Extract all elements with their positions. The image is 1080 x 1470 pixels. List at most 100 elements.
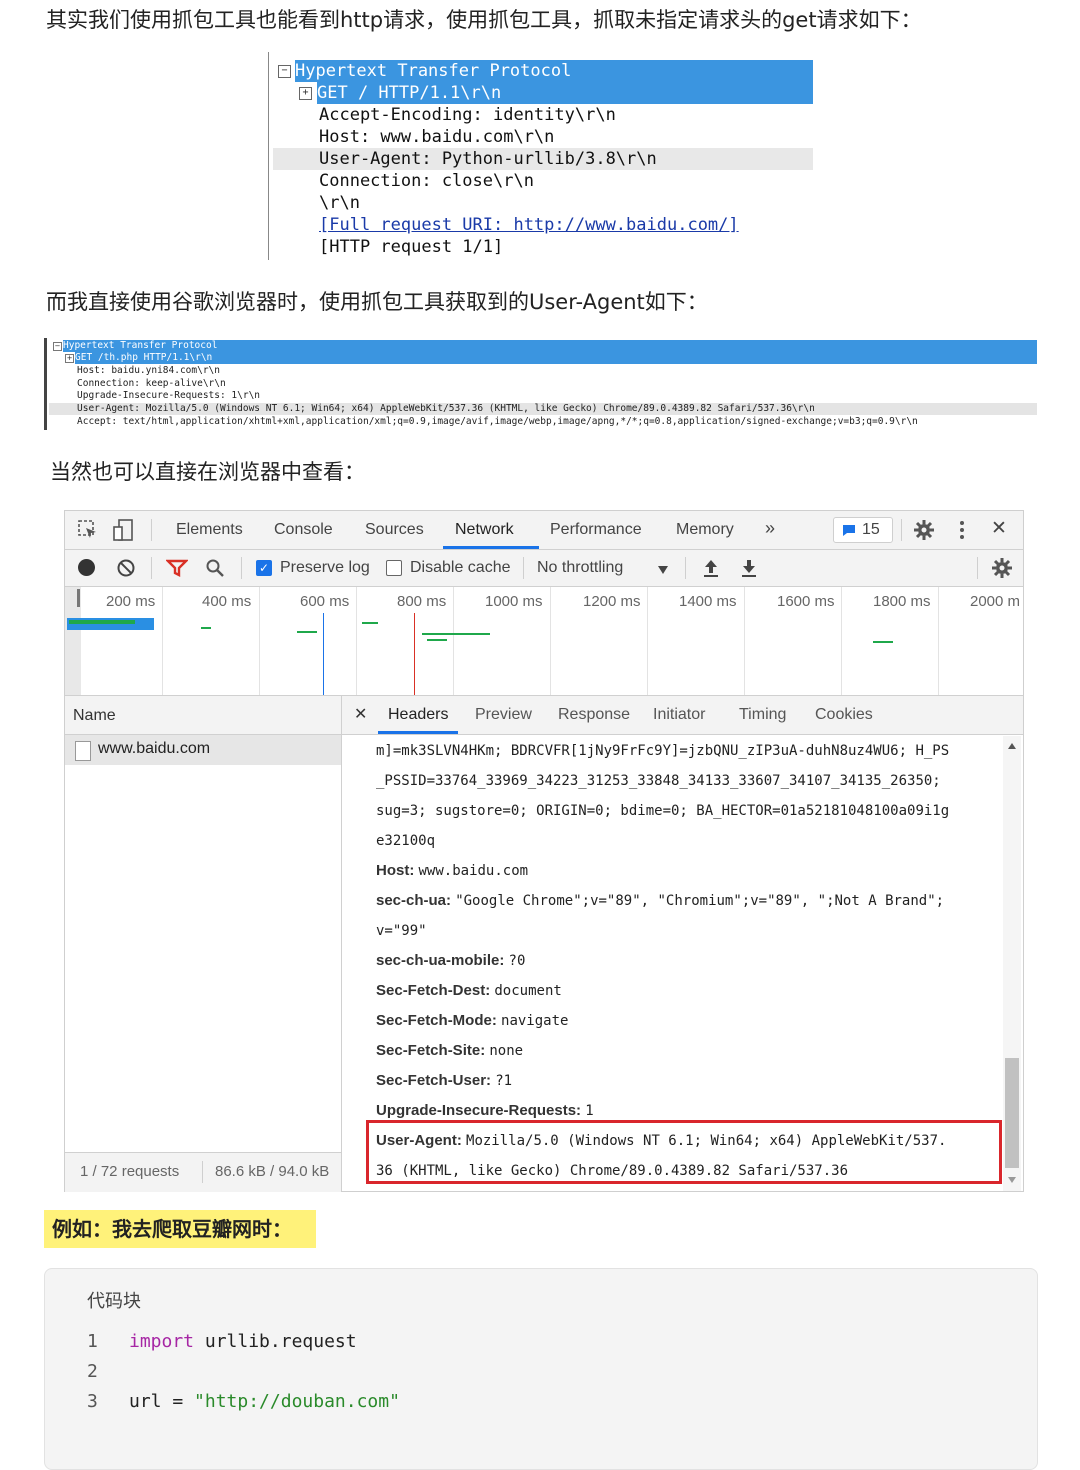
disable-cache-checkbox[interactable] (386, 560, 402, 576)
ws1-row-connection[interactable]: Connection: close\r\n (319, 170, 534, 192)
divider (202, 1161, 203, 1183)
download-icon[interactable] (740, 558, 758, 583)
header-value: navigate (501, 1013, 569, 1029)
wireshark-packet-detail-2: − Hypertext Transfer Protocol + GET /th.… (44, 338, 1041, 430)
ws1-row-http-request[interactable]: [HTTP request 1/1] (319, 236, 503, 258)
filter-icon[interactable] (165, 559, 189, 582)
ws2-row-upgrade[interactable]: Upgrade-Insecure-Requests: 1\r\n (77, 390, 260, 402)
timeline-tick: 1600 ms (777, 593, 835, 610)
header-value: _PSSID=33764_33969_34223_31253_33848_341… (376, 773, 941, 789)
header-line-sec-ch-ua-mobile: sec-ch-ua-mobile: ?0 (376, 946, 525, 976)
network-toolbar: ✓ Preserve log Disable cache No throttli… (65, 550, 1023, 587)
header-line-cookie-cont: e32100q (376, 826, 435, 856)
scroll-down-icon[interactable] (1007, 1176, 1017, 1184)
tab-preview[interactable]: Preview (475, 706, 532, 724)
chevron-down-icon[interactable] (657, 562, 669, 580)
vertical-scrollbar[interactable] (1003, 736, 1021, 1191)
tab-performance[interactable]: Performance (550, 521, 642, 539)
gridline (938, 587, 939, 695)
full-request-uri-link[interactable]: [Full request URI: http://www.baidu.com/… (319, 215, 739, 235)
header-name: Sec-Fetch-Dest: (376, 982, 491, 999)
timeline-bar-green (362, 622, 378, 624)
preserve-log-label[interactable]: Preserve log (280, 559, 370, 577)
throttling-select[interactable]: No throttling (537, 559, 623, 577)
gridline (356, 587, 357, 695)
tab-sources[interactable]: Sources (365, 521, 424, 539)
document-icon (75, 741, 91, 761)
tab-network[interactable]: Network (455, 521, 514, 539)
scroll-up-icon[interactable] (1007, 742, 1017, 750)
request-list-pane: Name www.baidu.com 1 / 72 requests 86.6 … (65, 696, 342, 1192)
ws1-row-request-line[interactable]: GET / HTTP/1.1\r\n (317, 82, 813, 104)
gridline (841, 587, 842, 695)
name-column-header[interactable]: Name (65, 696, 341, 735)
timeline-tick: 600 ms (300, 593, 350, 610)
expand-icon[interactable]: + (65, 354, 74, 363)
kebab-menu-icon[interactable] (959, 520, 965, 545)
line-number: 3 (87, 1391, 98, 1412)
close-detail-icon[interactable]: ✕ (354, 704, 367, 724)
scrollbar-thumb[interactable] (1005, 1058, 1019, 1168)
network-overview-timeline[interactable]: 200 ms 400 ms 600 ms 800 ms 1000 ms 1200… (65, 587, 1023, 696)
ws1-row-full-uri[interactable]: [Full request URI: http://www.baidu.com/… (319, 214, 739, 236)
request-row[interactable]: www.baidu.com (65, 735, 341, 765)
settings-gear-icon[interactable] (913, 519, 935, 546)
tab-cookies[interactable]: Cookies (815, 706, 873, 724)
divider (151, 519, 152, 541)
ws1-row-host[interactable]: Host: www.baidu.com\r\n (319, 126, 554, 148)
header-value: ?0 (508, 953, 526, 969)
tab-response[interactable]: Response (558, 706, 630, 724)
active-detail-tab-indicator (378, 731, 458, 734)
network-settings-icon[interactable] (991, 557, 1013, 584)
collapse-icon[interactable]: − (53, 342, 62, 351)
device-toolbar-icon[interactable] (113, 518, 135, 547)
ws1-row-protocol[interactable]: Hypertext Transfer Protocol (295, 60, 813, 82)
divider (523, 557, 524, 579)
clear-icon[interactable] (116, 558, 136, 583)
header-value: "Google Chrome";v="89", "Chromium";v="89… (455, 893, 945, 909)
ws2-row-request-line[interactable]: GET /th.php HTTP/1.1\r\n (75, 352, 1037, 364)
timeline-grip (77, 589, 80, 607)
tab-timing[interactable]: Timing (739, 706, 786, 724)
tab-memory[interactable]: Memory (676, 521, 734, 539)
disable-cache-label[interactable]: Disable cache (410, 559, 511, 577)
ws2-row-host[interactable]: Host: baidu.yni84.com\r\n (77, 365, 220, 377)
timeline-left-handle[interactable] (65, 587, 81, 695)
ws2-row-accept[interactable]: Accept: text/html,application/xhtml+xml,… (77, 416, 918, 428)
header-line-host: Host: www.baidu.com (376, 856, 528, 886)
expand-icon[interactable]: + (299, 87, 312, 100)
ws1-row-user-agent[interactable]: User-Agent: Python-urllib/3.8\r\n (273, 148, 813, 170)
ws2-row-connection[interactable]: Connection: keep-alive\r\n (77, 378, 226, 390)
code-block-title: 代码块 (87, 1291, 141, 1312)
record-icon[interactable] (78, 559, 95, 576)
header-line-sec-fetch-dest: Sec-Fetch-Dest: document (376, 976, 562, 1006)
tab-initiator[interactable]: Initiator (653, 706, 705, 724)
preserve-log-checkbox[interactable]: ✓ (256, 560, 272, 576)
header-line-cookie-cont: _PSSID=33764_33969_34223_31253_33848_341… (376, 766, 941, 796)
message-count: 15 (862, 521, 880, 538)
request-count: 1 / 72 requests (80, 1163, 180, 1180)
collapse-icon[interactable]: − (278, 65, 291, 78)
upload-icon[interactable] (702, 558, 720, 583)
tab-console[interactable]: Console (274, 521, 333, 539)
tab-elements[interactable]: Elements (176, 521, 243, 539)
search-icon[interactable] (205, 558, 225, 583)
messages-badge[interactable]: 15 (833, 517, 893, 543)
inspect-element-icon[interactable] (77, 519, 99, 546)
wireshark-packet-detail-1: − Hypertext Transfer Protocol + GET / HT… (268, 52, 817, 260)
code-text: urllib.request (194, 1331, 357, 1352)
timeline-tick: 400 ms (202, 593, 252, 610)
header-name: Upgrade-Insecure-Requests: (376, 1102, 582, 1119)
network-status-bar: 1 / 72 requests 86.6 kB / 94.0 kB (65, 1152, 341, 1192)
tab-headers[interactable]: Headers (388, 706, 448, 724)
header-value: www.baidu.com (418, 863, 529, 879)
timeline-tick: 2000 m (970, 593, 1021, 610)
divider (241, 557, 242, 579)
ws1-row-accept-encoding[interactable]: Accept-Encoding: identity\r\n (319, 104, 616, 126)
close-devtools-icon[interactable]: ✕ (991, 517, 1007, 540)
ws1-row-crlf[interactable]: \r\n (319, 192, 360, 214)
more-tabs-icon[interactable]: » (765, 518, 775, 539)
ws2-row-user-agent[interactable]: User-Agent: Mozilla/5.0 (Windows NT 6.1;… (49, 403, 1037, 415)
ws2-row-protocol[interactable]: Hypertext Transfer Protocol (63, 340, 1037, 352)
domcontentloaded-marker (323, 613, 324, 695)
